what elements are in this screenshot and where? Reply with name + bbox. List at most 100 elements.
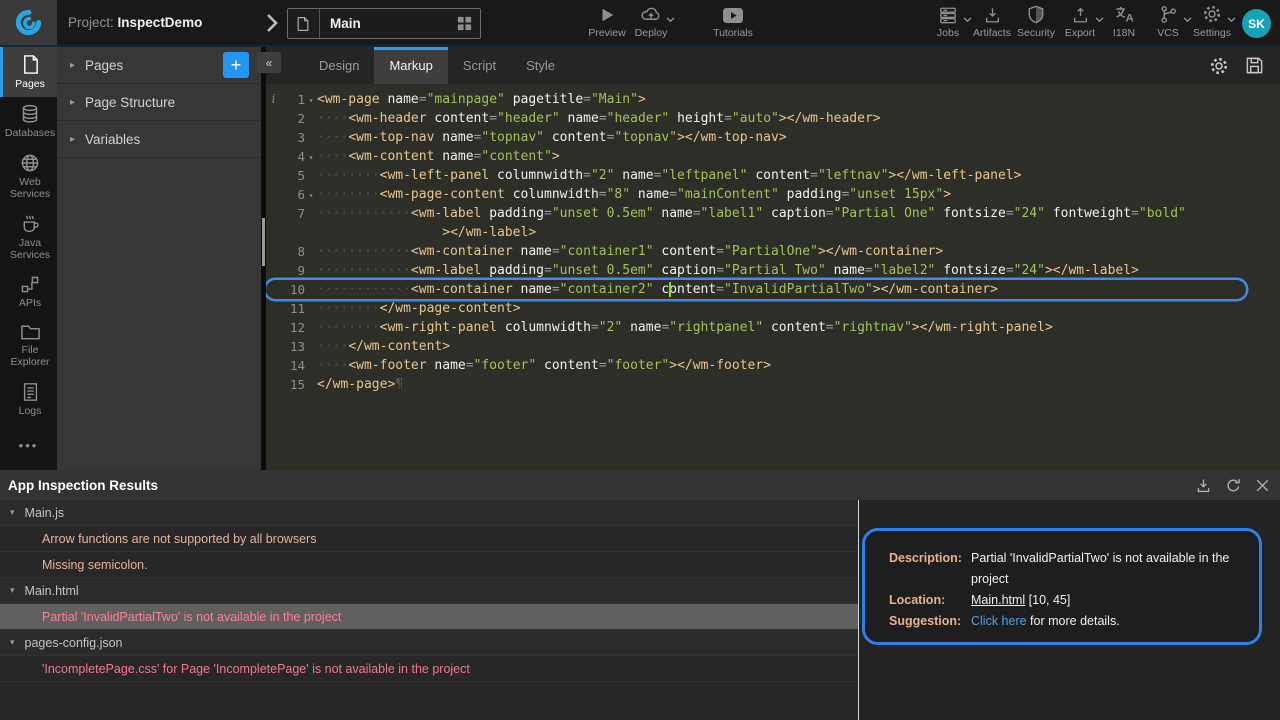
fold-marker-icon[interactable]: ▾: [305, 185, 317, 204]
sidebar-item-logs[interactable]: Logs: [0, 375, 57, 424]
line-number: 4: [281, 147, 305, 166]
code-text[interactable]: ············<wm-container name="containe…: [317, 242, 1280, 261]
jobs-button[interactable]: Jobs: [926, 4, 970, 39]
code-line[interactable]: 2····<wm-header content="header" name="h…: [266, 109, 1280, 128]
code-text[interactable]: ············<wm-container name="containe…: [317, 280, 1246, 299]
editor-settings-button[interactable]: [1209, 56, 1229, 76]
panel-section-page-structure[interactable]: ▸Page Structure: [57, 84, 261, 121]
fold-marker-icon[interactable]: ▾: [305, 147, 317, 166]
close-icon[interactable]: [1255, 478, 1270, 493]
tray-up-icon: [1071, 4, 1090, 24]
collapse-arrow-icon[interactable]: ▾: [10, 637, 15, 648]
code-line[interactable]: 8············<wm-container name="contain…: [266, 242, 1280, 261]
error-detail-tooltip: Description: Partial 'InvalidPartialTwo'…: [862, 528, 1262, 645]
expand-arrow-icon[interactable]: ▸: [70, 60, 75, 71]
code-line[interactable]: 6▾········<wm-page-content columnwidth="…: [266, 185, 1280, 204]
fold-marker-icon[interactable]: ▾: [305, 90, 317, 109]
gutter-annotation: [266, 299, 281, 318]
save-button[interactable]: [1245, 56, 1264, 75]
code-line-highlighted[interactable]: 10············<wm-container name="contai…: [266, 280, 1246, 299]
panel-section-variables[interactable]: ▸ Variables: [57, 121, 261, 158]
code-line[interactable]: i1▾<wm-page name="mainpage" pagetitle="M…: [266, 90, 1280, 109]
tray-down-icon: [983, 4, 1002, 24]
project-label: Project:: [68, 15, 114, 30]
code-text[interactable]: ····</wm-content>: [317, 337, 1280, 356]
tab-style[interactable]: Style: [511, 47, 570, 84]
page-selector[interactable]: Main: [287, 8, 481, 39]
grid-icon[interactable]: [449, 15, 480, 32]
gutter-info-icon[interactable]: i: [266, 90, 281, 109]
more-options-button[interactable]: •••: [0, 438, 57, 453]
code-text[interactable]: ········<wm-left-panel columnwidth="2" n…: [317, 166, 1280, 185]
code-text[interactable]: ····<wm-footer name="footer" content="fo…: [317, 356, 1280, 375]
settings-button[interactable]: Settings: [1190, 4, 1234, 39]
code-line[interactable]: 7············<wm-label padding="unset 0.…: [266, 204, 1280, 223]
code-text[interactable]: ····<wm-content name="content">: [317, 147, 1280, 166]
collapse-panel-button[interactable]: «: [257, 52, 281, 73]
code-text[interactable]: ····<wm-header content="header" name="he…: [317, 109, 1280, 128]
i18n-button[interactable]: AI18N: [1102, 4, 1146, 39]
location-file-link[interactable]: Main.html: [971, 593, 1025, 607]
sidebar-item-file-explorer[interactable]: File Explorer: [0, 316, 57, 375]
inspection-result-row[interactable]: Partial 'InvalidPartialTwo' is not avail…: [0, 604, 858, 630]
code-text[interactable]: ········<wm-page-content columnwidth="8"…: [317, 185, 1280, 204]
markup-code-editor[interactable]: i1▾<wm-page name="mainpage" pagetitle="M…: [266, 84, 1280, 470]
user-avatar[interactable]: SK: [1242, 9, 1271, 38]
code-line[interactable]: 12········<wm-right-panel columnwidth="2…: [266, 318, 1280, 337]
tutorials-button[interactable]: Tutorials: [703, 4, 763, 39]
sidebar-item-databases[interactable]: Databases: [0, 97, 57, 146]
sidebar-item-java-services[interactable]: Java Services: [0, 207, 57, 268]
inspection-group-Main.js[interactable]: ▾Main.js: [0, 500, 858, 526]
description-label: Description:: [889, 548, 971, 590]
code-text[interactable]: ········</wm-page-content>: [317, 299, 1280, 318]
expand-arrow-icon[interactable]: ▸: [70, 97, 75, 108]
refresh-icon[interactable]: [1225, 477, 1242, 494]
wavemaker-logo[interactable]: [0, 0, 57, 45]
download-icon[interactable]: [1195, 477, 1212, 494]
code-text[interactable]: ············<wm-label padding="unset 0.5…: [317, 261, 1280, 280]
code-line[interactable]: 14····<wm-footer name="footer" content="…: [266, 356, 1280, 375]
tab-markup[interactable]: Markup: [374, 47, 447, 84]
code-text[interactable]: <wm-page name="mainpage" pagetitle="Main…: [317, 90, 1280, 109]
suggestion-link[interactable]: Click here: [971, 614, 1027, 628]
collapse-arrow-icon[interactable]: ▾: [10, 585, 15, 596]
code-text[interactable]: </wm-page>¶: [317, 375, 1280, 394]
code-line[interactable]: 5········<wm-left-panel columnwidth="2" …: [266, 166, 1280, 185]
sidebar-item-web-services[interactable]: Web Services: [0, 146, 57, 207]
vcs-button[interactable]: VCS: [1146, 4, 1190, 39]
code-line[interactable]: 9············<wm-label padding="unset 0.…: [266, 261, 1280, 280]
code-text[interactable]: ········<wm-right-panel columnwidth="2" …: [317, 318, 1280, 337]
panel-section-pages[interactable]: ▸Pages+: [57, 47, 261, 84]
youtube-icon: [722, 4, 744, 24]
expand-arrow-icon[interactable]: ▸: [70, 134, 75, 145]
collapse-arrow-icon[interactable]: ▾: [10, 507, 15, 518]
inspection-group-pages-config.json[interactable]: ▾pages-config.json: [0, 630, 858, 656]
export-button[interactable]: Export: [1058, 4, 1102, 39]
add-page-button[interactable]: +: [223, 52, 249, 78]
code-line[interactable]: ></wm-label>: [266, 223, 1280, 242]
code-line[interactable]: 3····<wm-top-nav name="topnav" content="…: [266, 128, 1280, 147]
code-line[interactable]: 13····</wm-content>: [266, 337, 1280, 356]
tab-design[interactable]: Design: [304, 47, 374, 84]
code-line[interactable]: 15</wm-page>¶: [266, 375, 1280, 394]
sidebar-item-pages[interactable]: Pages: [0, 47, 57, 97]
code-text[interactable]: ></wm-label>: [317, 223, 1280, 242]
inspection-result-row[interactable]: 'IncompletePage.css' for Page 'Incomplet…: [0, 656, 858, 682]
inspection-group-Main.html[interactable]: ▾Main.html: [0, 578, 858, 604]
artifacts-button[interactable]: Artifacts: [970, 4, 1014, 39]
security-button[interactable]: Security: [1014, 4, 1058, 39]
scrollbar-thumb[interactable]: [262, 218, 265, 266]
deploy-button[interactable]: Deploy: [629, 4, 673, 39]
inspection-result-row[interactable]: Arrow functions are not supported by all…: [0, 526, 858, 552]
tab-script[interactable]: Script: [448, 47, 511, 84]
fold-gutter: [305, 261, 317, 280]
preview-button[interactable]: Preview: [585, 4, 629, 39]
code-text[interactable]: ············<wm-label padding="unset 0.5…: [317, 204, 1280, 223]
panel-section-label: Variables: [85, 132, 140, 147]
code-line[interactable]: 11········</wm-page-content>: [266, 299, 1280, 318]
inspection-result-row[interactable]: Missing semicolon.: [0, 552, 858, 578]
code-line[interactable]: 4▾····<wm-content name="content">: [266, 147, 1280, 166]
sidebar-item-apis[interactable]: APIs: [0, 268, 57, 316]
gutter-annotation: [266, 318, 281, 337]
code-text[interactable]: ····<wm-top-nav name="topnav" content="t…: [317, 128, 1280, 147]
